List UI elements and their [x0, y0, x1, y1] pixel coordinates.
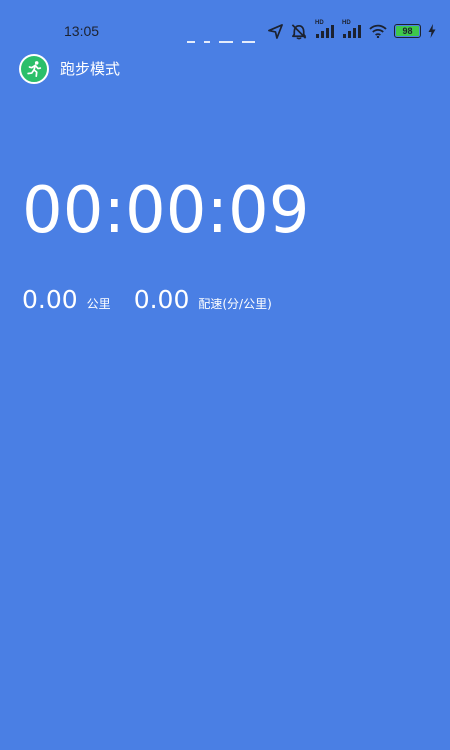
run-stats: 0.00 公里 0.00 配速(分/公里) — [22, 286, 272, 314]
elapsed-timer: 00:00:09 — [22, 174, 310, 248]
status-icons: HD HD 98 — [268, 20, 436, 40]
hd-label-1: HD — [315, 20, 324, 26]
status-time: 13:05 — [64, 23, 100, 39]
running-person-icon — [19, 54, 49, 84]
running-screen: 13:05 HD HD 98 跑步模式 00:00:09 0.00 公里 0.0… — [0, 0, 450, 750]
signal-1-group: HD — [315, 20, 335, 38]
alarm-off-icon — [291, 23, 307, 39]
signal-1-icon — [316, 25, 334, 38]
app-title: 跑步模式 — [60, 60, 121, 78]
wifi-icon — [369, 24, 387, 38]
location-arrow-icon — [268, 23, 283, 39]
pace-unit: 配速(分/公里) — [198, 297, 272, 311]
distance-unit: 公里 — [86, 297, 111, 311]
status-bar-dashes — [187, 40, 267, 44]
signal-2-icon — [343, 25, 361, 38]
battery-level: 98 — [396, 26, 419, 36]
charging-bolt-icon — [428, 24, 436, 38]
app-bar: 跑步模式 — [19, 54, 120, 84]
battery-icon: 98 — [394, 24, 421, 38]
signal-2-group: HD — [342, 20, 362, 38]
distance-value: 0.00 — [22, 285, 78, 314]
pace-value: 0.00 — [133, 285, 190, 314]
hd-label-2: HD — [342, 20, 351, 26]
status-bar: 13:05 HD HD 98 — [0, 0, 450, 44]
